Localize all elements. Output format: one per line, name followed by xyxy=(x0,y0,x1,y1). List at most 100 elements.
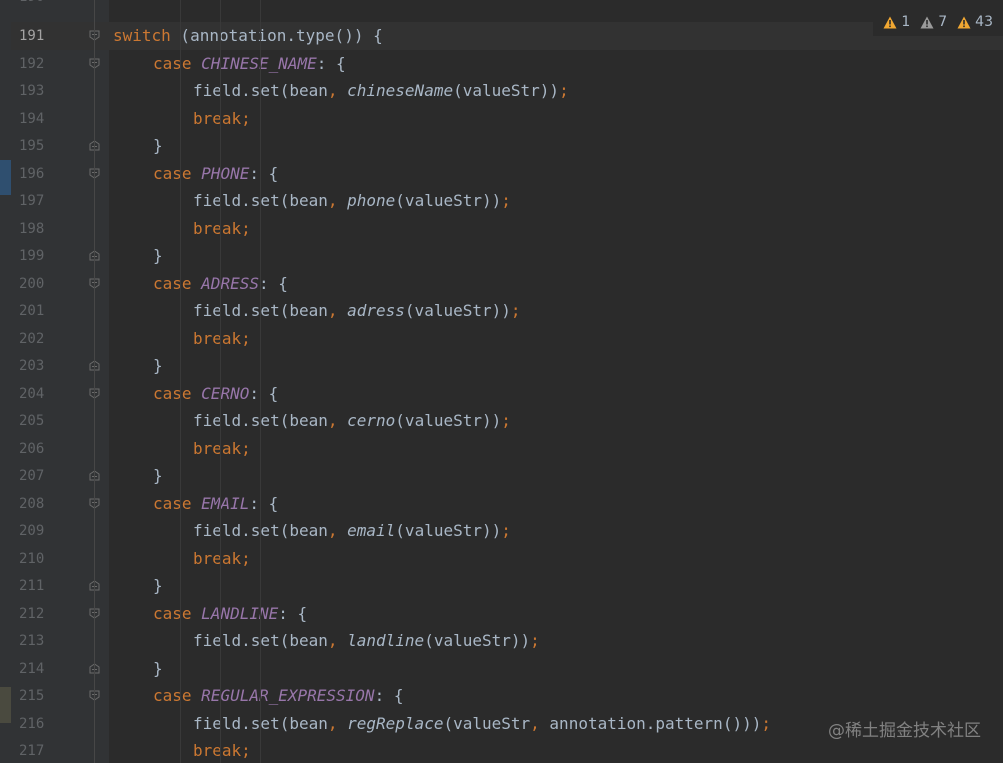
code-line[interactable]: 214} xyxy=(0,655,1003,683)
code-token: case xyxy=(153,163,202,183)
code-cell[interactable]: case EMAIL: { xyxy=(109,490,1003,518)
code-cell[interactable]: break; xyxy=(109,325,1003,353)
code-line[interactable]: 211} xyxy=(0,572,1003,600)
code-text[interactable]: field.set(bean, regReplace(valueStr, ann… xyxy=(193,714,771,734)
code-cell[interactable]: field.set(bean, landline(valueStr)); xyxy=(109,627,1003,655)
code-text[interactable]: } xyxy=(153,466,163,486)
code-line[interactable]: 215 case REGULAR_EXPRESSION: { xyxy=(0,682,1003,710)
indent-guide xyxy=(260,0,261,763)
code-token: , xyxy=(327,191,348,210)
code-line[interactable]: 202 break; xyxy=(0,325,1003,353)
code-text[interactable]: field.set(bean, cerno(valueStr)); xyxy=(193,411,511,431)
code-line[interactable]: 212 case LANDLINE: { xyxy=(0,600,1003,628)
code-cell[interactable]: field.set(bean, chineseName(valueStr)); xyxy=(109,77,1003,105)
code-text[interactable]: } xyxy=(153,246,163,266)
code-token: (valueStr)) xyxy=(404,301,511,320)
inspection-count: 1 xyxy=(901,14,911,30)
code-cell[interactable]: case LANDLINE: { xyxy=(109,600,1003,628)
code-text[interactable]: } xyxy=(153,659,163,679)
code-line[interactable]: 209 field.set(bean, email(valueStr)); xyxy=(0,517,1003,545)
code-text[interactable]: break; xyxy=(193,109,251,129)
code-line[interactable]: 195} xyxy=(0,132,1003,160)
code-line[interactable]: 205 field.set(bean, cerno(valueStr)); xyxy=(0,407,1003,435)
code-cell[interactable]: } xyxy=(109,462,1003,490)
code-token: ADRESS xyxy=(201,273,259,293)
inspection-weak-warning[interactable]: 7 xyxy=(920,14,947,30)
code-cell[interactable]: } xyxy=(109,132,1003,160)
code-line[interactable]: 201 field.set(bean, adress(valueStr)); xyxy=(0,297,1003,325)
code-cell[interactable]: } xyxy=(109,655,1003,683)
inspection-warning[interactable]: 1 xyxy=(883,14,910,30)
code-cell[interactable]: field.set(bean, cerno(valueStr)); xyxy=(109,407,1003,435)
code-line[interactable]: 203} xyxy=(0,352,1003,380)
code-token: , xyxy=(327,301,348,320)
code-text[interactable]: } xyxy=(153,356,163,376)
code-text[interactable]: field.set(bean, adress(valueStr)); xyxy=(193,301,521,321)
code-token: case xyxy=(153,686,202,705)
code-token: regReplace xyxy=(347,713,444,733)
code-token: PHONE xyxy=(201,163,250,183)
code-editor[interactable]: 190 191 switch (annotation.type()) {192 ca… xyxy=(0,0,1003,763)
inspection-widget[interactable]: 1 7 43 xyxy=(873,8,1003,36)
code-cell[interactable]: break; xyxy=(109,105,1003,133)
code-text[interactable]: field.set(bean, chineseName(valueStr)); xyxy=(193,81,569,101)
code-line[interactable]: 199} xyxy=(0,242,1003,270)
code-text[interactable]: field.set(bean, phone(valueStr)); xyxy=(193,191,511,211)
code-cell[interactable]: case ADRESS: { xyxy=(109,270,1003,298)
line-number: 194 xyxy=(19,110,45,127)
code-cell[interactable]: } xyxy=(109,242,1003,270)
code-token: } xyxy=(153,136,163,155)
code-cell[interactable]: case CERNO: { xyxy=(109,380,1003,408)
code-text[interactable]: break; xyxy=(193,549,251,569)
code-line[interactable]: 207} xyxy=(0,462,1003,490)
code-cell[interactable]: field.set(bean, phone(valueStr)); xyxy=(109,187,1003,215)
code-line[interactable]: 213 field.set(bean, landline(valueStr)); xyxy=(0,627,1003,655)
code-text[interactable]: break; xyxy=(193,741,251,761)
code-text[interactable]: case CHINESE_NAME: { xyxy=(153,54,346,74)
code-line[interactable]: 191 switch (annotation.type()) { xyxy=(0,22,1003,50)
code-text[interactable]: break; xyxy=(193,439,251,459)
line-number: 212 xyxy=(19,605,45,622)
code-text[interactable]: case REGULAR_EXPRESSION: { xyxy=(153,686,403,706)
code-text[interactable]: } xyxy=(153,576,163,596)
code-cell[interactable]: } xyxy=(109,572,1003,600)
code-text[interactable]: break; xyxy=(193,329,251,349)
code-line[interactable]: 198 break; xyxy=(0,215,1003,243)
code-line[interactable]: 210 break; xyxy=(0,545,1003,573)
code-token: email xyxy=(347,521,396,540)
code-token: : { xyxy=(278,603,308,623)
code-token: case xyxy=(153,273,202,293)
code-text[interactable]: switch (annotation.type()) { xyxy=(113,26,383,46)
code-text[interactable]: field.set(bean, landline(valueStr)); xyxy=(193,631,540,651)
code-line[interactable]: 193 field.set(bean, chineseName(valueStr)… xyxy=(0,77,1003,105)
inspection-typo-warning[interactable]: 43 xyxy=(957,14,993,30)
code-token: break; xyxy=(193,108,251,128)
code-cell[interactable]: field.set(bean, email(valueStr)); xyxy=(109,517,1003,545)
code-token: } xyxy=(153,466,163,485)
code-token: cerno xyxy=(347,411,396,430)
code-token: : { xyxy=(249,493,279,513)
code-cell[interactable]: field.set(bean, adress(valueStr)); xyxy=(109,297,1003,325)
code-line[interactable]: 196 case PHONE: { xyxy=(0,160,1003,188)
code-line[interactable]: 208 case EMAIL: { xyxy=(0,490,1003,518)
code-line[interactable]: 204 case CERNO: { xyxy=(0,380,1003,408)
code-text[interactable]: case LANDLINE: { xyxy=(153,604,307,624)
code-cell[interactable]: break; xyxy=(109,215,1003,243)
code-cell[interactable]: switch (annotation.type()) { xyxy=(109,22,1003,50)
code-cell[interactable]: break; xyxy=(109,435,1003,463)
code-cell[interactable]: break; xyxy=(109,545,1003,573)
line-number: 205 xyxy=(19,413,45,429)
code-cell[interactable]: } xyxy=(109,352,1003,380)
code-line[interactable]: 194 break; xyxy=(0,105,1003,133)
code-cell[interactable]: case PHONE: { xyxy=(109,160,1003,188)
code-line[interactable]: 200 case ADRESS: { xyxy=(0,270,1003,298)
code-text[interactable]: break; xyxy=(193,219,251,239)
code-line[interactable]: 197 field.set(bean, phone(valueStr)); xyxy=(0,187,1003,215)
code-line[interactable]: 206 break; xyxy=(0,435,1003,463)
code-cell[interactable]: case REGULAR_EXPRESSION: { xyxy=(109,682,1003,710)
line-number: 201 xyxy=(19,303,45,319)
code-text[interactable]: field.set(bean, email(valueStr)); xyxy=(193,521,511,541)
code-text[interactable]: } xyxy=(153,136,163,156)
code-line[interactable]: 192 case CHINESE_NAME: { xyxy=(0,50,1003,78)
code-cell[interactable]: case CHINESE_NAME: { xyxy=(109,50,1003,78)
